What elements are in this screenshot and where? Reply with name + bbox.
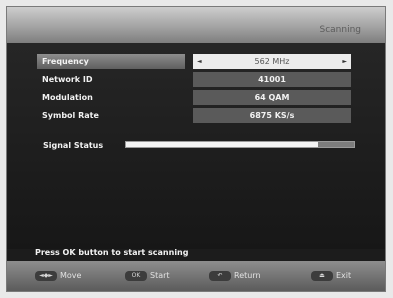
screen-title: Scanning <box>319 25 361 35</box>
key-return[interactable]: ↶ Return <box>209 270 261 282</box>
frequency-value-text: 562 MHz <box>254 57 290 66</box>
symbol-rate-value[interactable]: 6875 KS/s <box>193 108 351 123</box>
title-bar: Scanning <box>7 7 385 43</box>
frequency-label: Frequency <box>37 54 185 69</box>
return-key-icon: ↶ <box>209 271 231 281</box>
exit-key-icon: ⏏ <box>311 271 333 281</box>
signal-status-bar <box>125 141 355 148</box>
symbol-rate-row[interactable]: Symbol Rate 6875 KS/s <box>37 108 353 123</box>
nav-keys-icon: ◄◆► <box>35 271 57 281</box>
ok-key-icon: OK <box>125 271 147 281</box>
footer-key-bar: ◄◆► Move OK Start ↶ Return ⏏ Exit <box>7 261 385 291</box>
key-exit[interactable]: ⏏ Exit <box>311 270 351 282</box>
network-id-value[interactable]: 41001 <box>193 72 351 87</box>
modulation-label: Modulation <box>42 93 93 102</box>
frequency-row[interactable]: Frequency ◄ 562 MHz ► <box>37 54 353 69</box>
symbol-rate-label: Symbol Rate <box>42 111 99 120</box>
key-exit-label: Exit <box>336 271 352 280</box>
signal-status-fill <box>126 142 318 147</box>
key-move[interactable]: ◄◆► Move <box>35 270 81 282</box>
instruction-text: Press OK button to start scanning <box>35 248 189 257</box>
arrow-left-icon[interactable]: ◄ <box>197 54 202 69</box>
key-start[interactable]: OK Start <box>125 270 170 282</box>
modulation-row[interactable]: Modulation 64 QAM <box>37 90 353 105</box>
key-move-label: Move <box>60 271 82 280</box>
key-start-label: Start <box>150 271 170 280</box>
network-id-label: Network ID <box>42 75 93 84</box>
signal-status-label: Signal Status <box>43 141 104 150</box>
tv-screen: Scanning Frequency ◄ 562 MHz ► Network I… <box>6 6 386 292</box>
arrow-right-icon[interactable]: ► <box>342 54 347 69</box>
network-id-row[interactable]: Network ID 41001 <box>37 72 353 87</box>
frequency-value[interactable]: ◄ 562 MHz ► <box>193 54 351 69</box>
key-return-label: Return <box>234 271 261 280</box>
modulation-value[interactable]: 64 QAM <box>193 90 351 105</box>
